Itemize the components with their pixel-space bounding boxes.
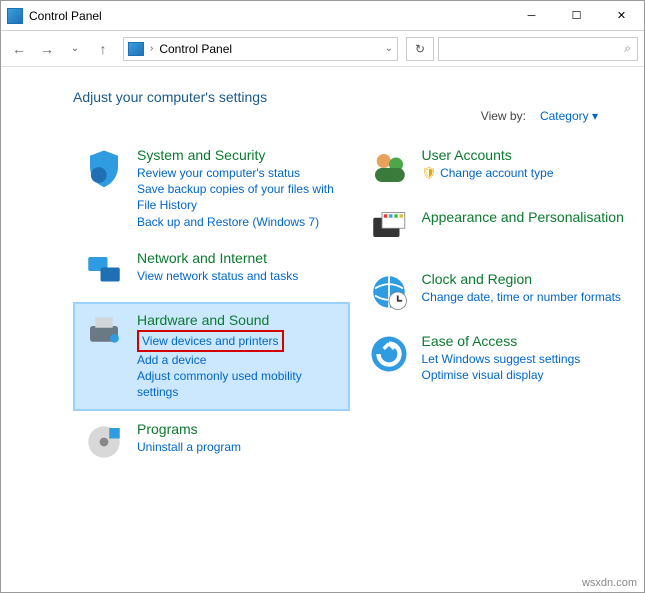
programs-icon [83, 421, 125, 463]
watermark: wsxdn.com [582, 577, 637, 589]
printer-icon [83, 312, 125, 354]
navbar: ← → ⌄ ↑ › Control Panel ⌄ ↻ ⌕ [1, 31, 644, 67]
network-icon [83, 250, 125, 292]
minimize-button[interactable]: ─ [509, 1, 554, 31]
viewby-dropdown[interactable]: Category ▾ [540, 109, 598, 123]
search-input[interactable]: ⌕ [438, 37, 638, 61]
category-title[interactable]: Clock and Region [422, 271, 625, 287]
ease-of-access-icon [368, 333, 410, 375]
category-clock-region[interactable]: Clock and Region Change date, time or nu… [358, 261, 635, 323]
close-button[interactable]: ✕ [599, 1, 644, 31]
viewby-label: View by: [481, 109, 526, 123]
category-user-accounts[interactable]: User Accounts 🛡 Change account type [358, 137, 635, 199]
link-add-device[interactable]: Add a device [137, 352, 340, 368]
appearance-icon [368, 209, 410, 251]
breadcrumb-location[interactable]: Control Panel [159, 42, 232, 56]
maximize-button[interactable]: ☐ [554, 1, 599, 31]
category-column-right: User Accounts 🛡 Change account type Appe… [358, 137, 635, 473]
recent-dropdown[interactable]: ⌄ [63, 37, 87, 61]
forward-button[interactable]: → [35, 37, 59, 61]
back-button[interactable]: ← [7, 37, 31, 61]
page-heading: Adjust your computer's settings [73, 89, 634, 105]
category-column-left: System and Security Review your computer… [73, 137, 350, 473]
link-devices-printers[interactable]: View devices and printers [137, 330, 284, 352]
breadcrumb-chevron-icon: › [150, 43, 153, 54]
titlebar: Control Panel ─ ☐ ✕ [1, 1, 644, 31]
category-title[interactable]: User Accounts [422, 147, 625, 163]
category-title[interactable]: Ease of Access [422, 333, 625, 349]
category-title[interactable]: System and Security [137, 147, 340, 163]
link-mobility-settings[interactable]: Adjust commonly used mobility settings [137, 368, 340, 400]
users-icon [368, 147, 410, 189]
link-file-history[interactable]: Save backup copies of your files with Fi… [137, 181, 340, 213]
refresh-button[interactable]: ↻ [406, 37, 434, 61]
link-change-account-type[interactable]: Change account type [440, 166, 553, 180]
category-system-security[interactable]: System and Security Review your computer… [73, 137, 350, 240]
category-title[interactable]: Hardware and Sound [137, 312, 340, 328]
link-network-status[interactable]: View network status and tasks [137, 268, 340, 284]
link-suggest-settings[interactable]: Let Windows suggest settings [422, 351, 625, 367]
control-panel-icon [128, 42, 144, 56]
clock-globe-icon [368, 271, 410, 313]
viewby-row: View by: Category ▾ [73, 109, 598, 123]
window-title: Control Panel [29, 9, 509, 23]
link-date-time-formats[interactable]: Change date, time or number formats [422, 289, 625, 305]
app-icon [7, 8, 23, 24]
link-review-status[interactable]: Review your computer's status [137, 165, 340, 181]
category-hardware-sound[interactable]: Hardware and Sound View devices and prin… [73, 302, 350, 411]
address-dropdown-icon[interactable]: ⌄ [385, 43, 393, 54]
link-backup-restore[interactable]: Back up and Restore (Windows 7) [137, 214, 340, 230]
shield-icon [83, 147, 125, 189]
category-title[interactable]: Network and Internet [137, 250, 340, 266]
address-bar[interactable]: › Control Panel ⌄ [123, 37, 398, 61]
search-icon: ⌕ [624, 41, 631, 56]
content-area: Adjust your computer's settings View by:… [1, 67, 644, 483]
category-ease-of-access[interactable]: Ease of Access Let Windows suggest setti… [358, 323, 635, 393]
up-button[interactable]: ↑ [91, 37, 115, 61]
link-uninstall-program[interactable]: Uninstall a program [137, 439, 340, 455]
link-optimise-display[interactable]: Optimise visual display [422, 367, 625, 383]
category-network-internet[interactable]: Network and Internet View network status… [73, 240, 350, 302]
category-programs[interactable]: Programs Uninstall a program [73, 411, 350, 473]
uac-shield-icon: 🛡 [422, 166, 437, 180]
category-title[interactable]: Programs [137, 421, 340, 437]
category-title[interactable]: Appearance and Personalisation [422, 209, 625, 225]
category-appearance[interactable]: Appearance and Personalisation [358, 199, 635, 261]
